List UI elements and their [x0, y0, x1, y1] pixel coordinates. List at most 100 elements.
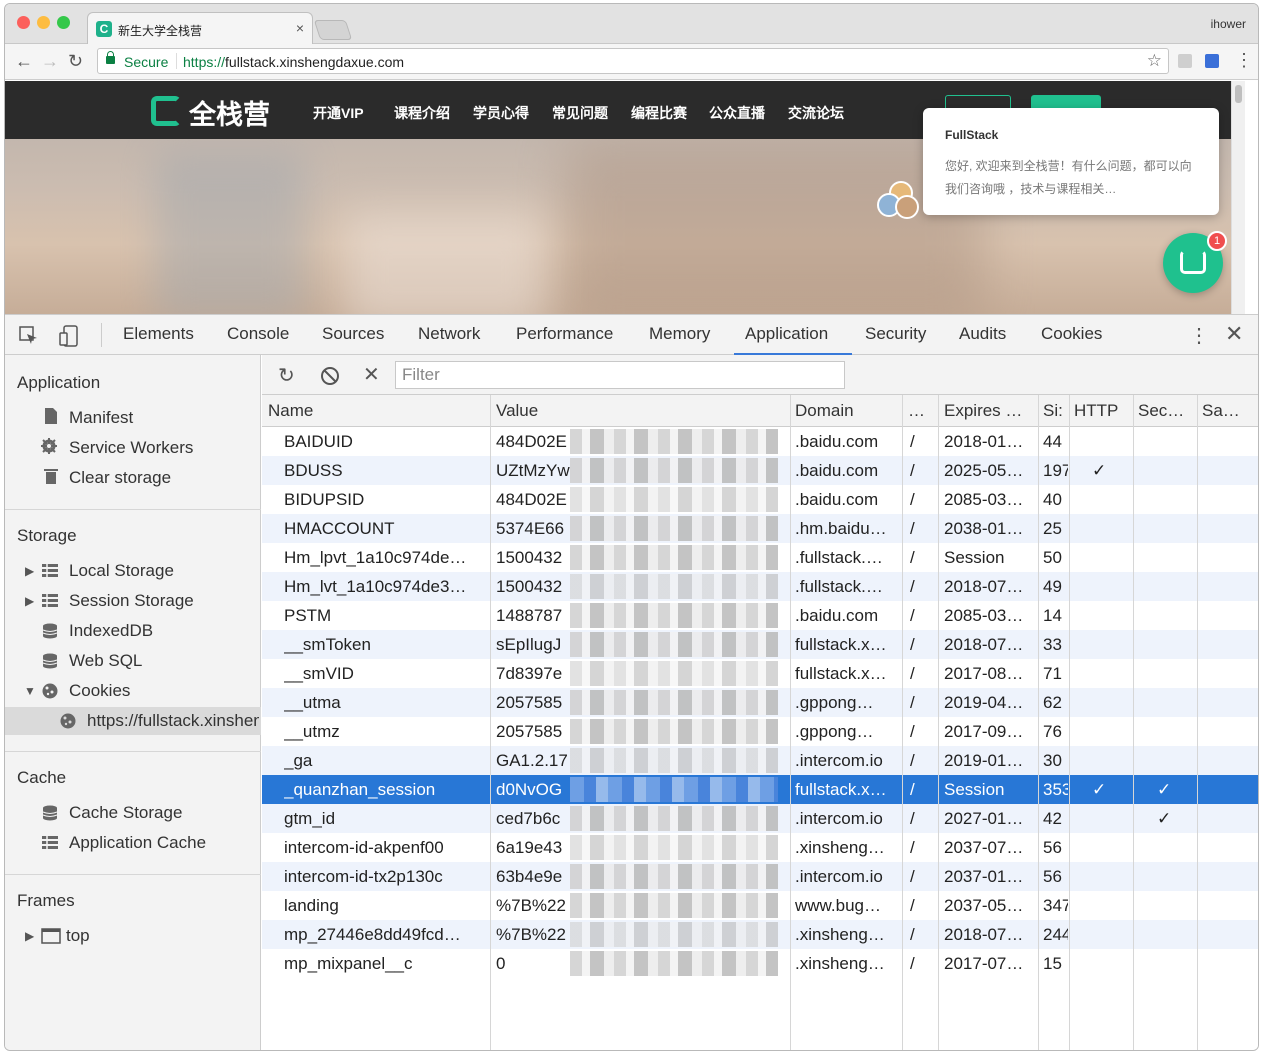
table-row[interactable]: __utma 2057585 .gppong… / 2019-04… 62 — [262, 688, 1258, 717]
expand-arrow-icon[interactable]: ▶ — [25, 929, 34, 943]
nav-link[interactable]: 编程比赛 — [631, 103, 687, 123]
table-row[interactable]: BDUSS UZtMzYw .baidu.com / 2025-05… 197 ✓ — [262, 456, 1258, 485]
delete-selected-icon[interactable]: ✕ — [363, 362, 380, 387]
tab-performance[interactable]: Performance — [516, 324, 613, 344]
expand-arrow-icon[interactable]: ▶ — [25, 564, 34, 578]
table-row[interactable]: __utmz 2057585 .gppong… / 2017-09… 76 — [262, 717, 1258, 746]
nav-link[interactable]: 学员心得 — [473, 103, 529, 123]
column-header-path[interactable]: … — [908, 401, 936, 421]
tab-close-icon[interactable]: × — [296, 20, 304, 36]
forward-arrow-icon[interactable]: → — [41, 51, 59, 72]
sidebar-item-cookie-origin[interactable]: https://fullstack.xinshengdaxue.com — [5, 707, 261, 735]
cell-expires: 2018-07… — [944, 925, 1024, 944]
browser-tab[interactable]: C 新生大学全栈营 × — [87, 12, 313, 45]
column-header-samesite[interactable]: Sa… — [1202, 401, 1257, 421]
clear-all-icon[interactable] — [320, 366, 340, 386]
table-row[interactable]: BIDUPSID 484D02E .baidu.com / 2085-03… 40 — [262, 485, 1258, 514]
table-row[interactable]: landing %7B%22 www.bug… / 2037-05… 347 — [262, 891, 1258, 920]
table-row[interactable]: intercom-id-akpenf00 6a19e43 .xinsheng… / 20… — [262, 833, 1258, 862]
chat-popup[interactable]: FullStack 您好, 欢迎来到全栈营！有什么问题，都可以向我们咨询哦 ，技… — [923, 108, 1219, 215]
sidebar-item-local-storage[interactable]: Local Storage — [69, 561, 174, 581]
column-header-value[interactable]: Value — [496, 401, 786, 421]
nav-link[interactable]: 课程介绍 — [394, 103, 450, 123]
inspect-element-icon[interactable] — [19, 326, 39, 346]
chat-launcher-button[interactable]: 1 — [1163, 231, 1227, 293]
tab-console[interactable]: Console — [227, 324, 289, 344]
cell-expires: Session — [944, 548, 1005, 567]
sidebar-item-cookies[interactable]: Cookies — [69, 681, 130, 701]
table-row[interactable]: intercom-id-tx2p130c 63b4e9e .intercom.io /… — [262, 862, 1258, 891]
bookmark-star-icon[interactable]: ☆ — [1147, 51, 1162, 71]
nav-link[interactable]: 交流论坛 — [788, 103, 844, 123]
column-header-http[interactable]: HTTP — [1074, 401, 1134, 421]
sidebar-item-indexeddb[interactable]: IndexedDB — [69, 621, 153, 641]
nav-link[interactable]: 开通VIP — [313, 103, 364, 123]
sidebar-item-application-cache[interactable]: Application Cache — [69, 833, 206, 853]
close-devtools-icon[interactable]: ✕ — [1225, 321, 1243, 347]
filter-input-box[interactable] — [395, 361, 845, 389]
device-toolbar-icon[interactable] — [59, 325, 79, 347]
column-header-size[interactable]: Si: — [1043, 401, 1065, 421]
tab-sources[interactable]: Sources — [322, 324, 384, 344]
more-options-icon[interactable]: ⋮ — [1189, 323, 1209, 348]
scrollbar-thumb[interactable] — [1235, 85, 1242, 103]
reload-icon[interactable]: ↻ — [68, 51, 83, 72]
url-text[interactable]: https://fullstack.xinshengdaxue.com — [183, 54, 404, 70]
table-row[interactable]: HMACCOUNT 5374E66 .hm.baidu… / 2038-01… 25 — [262, 514, 1258, 543]
table-row[interactable]: gtm_id ced7b6c .intercom.io / 2027-01… 42 ✓ — [262, 804, 1258, 833]
browser-menu-icon[interactable]: ⋮ — [1235, 50, 1253, 71]
table-row[interactable]: Hm_lvt_1a10c974de3… 1500432 .fullstack.… / 2… — [262, 572, 1258, 601]
tab-security[interactable]: Security — [865, 324, 926, 344]
sidebar-item-clear-storage[interactable]: Clear storage — [69, 468, 171, 488]
expand-arrow-icon[interactable]: ▶ — [25, 594, 34, 608]
sidebar-item-manifest[interactable]: Manifest — [69, 408, 133, 428]
column-header-expires[interactable]: Expires … — [944, 401, 1036, 421]
refresh-icon[interactable]: ↻ — [278, 363, 295, 388]
table-row[interactable]: __smToken sEpIlugJ fullstack.x… / 2018-07… 33 — [262, 630, 1258, 659]
cell-name: BDUSS — [284, 461, 343, 480]
address-bar[interactable]: Secure https://fullstack.xinshengdaxue.c… — [97, 48, 1169, 74]
tab-strip: C 新生大学全栈营 × ihower — [5, 4, 1258, 45]
tab-cookies[interactable]: Cookies — [1041, 324, 1102, 344]
site-logo-text[interactable]: 全栈营 — [189, 93, 270, 132]
table-row[interactable]: __smVID 7d8397e fullstack.x… / 2017-08… 71 — [262, 659, 1258, 688]
back-arrow-icon[interactable]: ← — [15, 51, 33, 72]
cell-path: / — [910, 867, 915, 886]
table-row[interactable]: mp_27446e8dd49fcd… %7B%22 .xinsheng… / 2018-… — [262, 920, 1258, 949]
profile-name[interactable]: ihower — [1211, 17, 1246, 31]
page-scrollbar[interactable] — [1231, 81, 1245, 314]
sidebar-item-frame-top[interactable]: top — [66, 926, 90, 946]
filter-input[interactable] — [396, 362, 844, 388]
tab-memory[interactable]: Memory — [649, 324, 710, 344]
column-header-domain[interactable]: Domain — [795, 401, 899, 421]
table-row[interactable]: PSTM 1488787 .baidu.com / 2085-03… 14 — [262, 601, 1258, 630]
fullstack-logo-icon[interactable] — [151, 96, 181, 126]
close-window-button[interactable] — [17, 16, 30, 29]
table-row[interactable]: BAIDUID 484D02E .baidu.com / 2018-01… 44 — [262, 427, 1258, 456]
cell-value: 2057585 — [496, 722, 563, 741]
column-header-secure[interactable]: Sec… — [1138, 401, 1196, 421]
tab-network[interactable]: Network — [418, 324, 480, 344]
nav-link[interactable]: 常见问题 — [552, 103, 608, 123]
redacted-value-mask — [570, 632, 778, 657]
tab-application[interactable]: Application — [745, 324, 828, 344]
extension-icon[interactable] — [1178, 54, 1192, 68]
table-row[interactable]: Hm_lpvt_1a10c974de… 1500432 .fullstack.… / S… — [262, 543, 1258, 572]
table-row[interactable]: _ga GA1.2.17 .intercom.io / 2019-01… 30 — [262, 746, 1258, 775]
extension-info-icon[interactable] — [1205, 54, 1219, 68]
column-header-name[interactable]: Name — [268, 401, 488, 421]
sidebar-item-service-workers[interactable]: Service Workers — [69, 438, 193, 458]
sidebar-item-session-storage[interactable]: Session Storage — [69, 591, 194, 611]
tab-elements[interactable]: Elements — [123, 324, 194, 344]
minimize-window-button[interactable] — [37, 16, 50, 29]
table-row[interactable]: _quanzhan_session d0NvOG fullstack.x… / Sess… — [262, 775, 1258, 804]
maximize-window-button[interactable] — [57, 16, 70, 29]
cell-value: 1500432 — [496, 548, 563, 567]
new-tab-button[interactable] — [313, 20, 353, 40]
nav-link[interactable]: 公众直播 — [709, 103, 765, 123]
sidebar-item-web-sql[interactable]: Web SQL — [69, 651, 142, 671]
sidebar-item-cache-storage[interactable]: Cache Storage — [69, 803, 182, 823]
collapse-arrow-icon[interactable]: ▼ — [24, 684, 36, 698]
table-row[interactable]: mp_mixpanel__c 0 .xinsheng… / 2017-07… 15 — [262, 949, 1258, 978]
tab-audits[interactable]: Audits — [959, 324, 1006, 344]
